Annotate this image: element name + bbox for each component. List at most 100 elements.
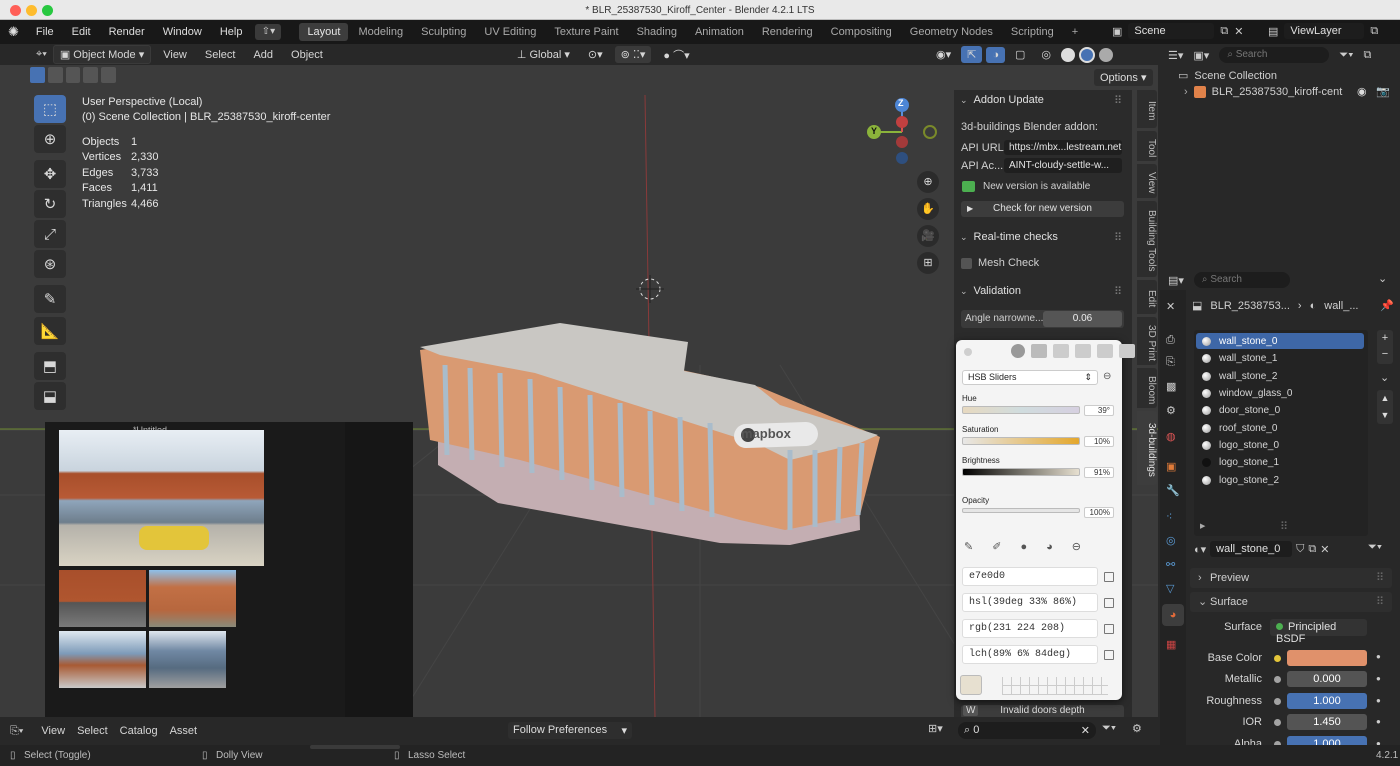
add-cube-tool-icon[interactable]: ⬒	[34, 352, 66, 380]
select-extend-icon[interactable]	[47, 67, 63, 83]
pan-hand-icon[interactable]: ✋	[917, 198, 939, 220]
list-item[interactable]: roof_stone_0	[1196, 420, 1364, 436]
eye-visibility-icon[interactable]: ◉	[1357, 85, 1367, 98]
mesh-check-toggle[interactable]: Mesh Check	[961, 257, 1039, 269]
current-color-swatch[interactable]	[960, 675, 982, 695]
sliders-icon[interactable]	[1031, 344, 1047, 358]
new-scene-icon[interactable]: ⧉	[1220, 25, 1228, 38]
close-picker-icon[interactable]	[964, 348, 972, 356]
rgb-value-field[interactable]: rgb(231 224 208)	[962, 619, 1098, 638]
solid-shading-icon[interactable]	[1061, 47, 1076, 62]
tab-building-tools[interactable]: Building Tools	[1137, 201, 1157, 277]
proportional-edit-icon[interactable]: ● ⌒▾	[657, 45, 695, 65]
measure-tool-icon[interactable]: 📐	[34, 317, 66, 345]
reference-photo-thumb[interactable]	[59, 570, 146, 627]
eyedropper-icon[interactable]: ✎	[964, 540, 973, 553]
asset-search-field[interactable]: ⌕ 0 ✕	[958, 722, 1096, 739]
preview-section-header[interactable]: › Preview ⠿	[1190, 568, 1392, 588]
copy-icon[interactable]	[1104, 598, 1114, 608]
move-up-icon[interactable]: ▲	[1377, 390, 1393, 407]
list-item[interactable]: logo_stone_0	[1196, 437, 1364, 453]
reference-photo-thumb[interactable]	[59, 631, 146, 688]
resize-handle-icon[interactable]: ⠿	[1280, 520, 1288, 533]
editor-type-icon[interactable]: ☰▾	[1168, 49, 1183, 62]
material-slot-list[interactable]: wall_stone_0 wall_stone_1 wall_stone_2 w…	[1194, 330, 1368, 536]
list-item[interactable]: wall_stone_0	[1196, 333, 1364, 349]
tab-compositing[interactable]: Compositing	[823, 23, 900, 41]
particles-tab-icon[interactable]: ⁖	[1166, 510, 1172, 523]
clear-search-icon[interactable]: ✕	[1081, 724, 1090, 737]
menu-file[interactable]: File	[27, 26, 63, 38]
outliner-scene-collection[interactable]: ▭ Scene Collection	[1178, 69, 1277, 83]
socket-icon[interactable]	[1274, 719, 1281, 726]
list-item[interactable]: logo_stone_1	[1196, 454, 1364, 470]
tab-rendering[interactable]: Rendering	[754, 23, 821, 41]
asset-browser-editor-icon[interactable]: ⎘▾	[10, 725, 23, 738]
keyframe-dot-icon[interactable]: ●	[1376, 652, 1381, 661]
keyframe-dot-icon[interactable]: ●	[1376, 717, 1381, 726]
gear-icon[interactable]: ⚙	[1132, 722, 1142, 735]
asset-menu-view[interactable]: View	[35, 723, 71, 739]
material-browse-icon[interactable]: ◐▾	[1194, 543, 1206, 556]
hsl-value-field[interactable]: hsl(39deg 33% 86%)	[962, 593, 1098, 612]
editor-type-icon[interactable]: ▤▾	[1168, 274, 1184, 287]
asset-menu-asset[interactable]: Asset	[164, 723, 204, 739]
reference-photo-thumb[interactable]	[149, 631, 226, 688]
node-filter-icon[interactable]: ⏷▾	[1368, 541, 1382, 554]
view-layer-tab-icon[interactable]: ▩	[1166, 380, 1176, 393]
select-new-icon[interactable]	[30, 67, 45, 83]
transform-orientation[interactable]: ⊥ Global ▾	[511, 46, 576, 63]
list-item[interactable]: door_stone_0	[1196, 402, 1364, 418]
socket-icon[interactable]	[1274, 698, 1281, 705]
chevron-down-icon[interactable]: ⌄	[1378, 272, 1387, 285]
render-tab-icon[interactable]: ⎙	[1166, 334, 1175, 347]
building-tool-icon[interactable]: ⬓	[34, 382, 66, 410]
scene-icon[interactable]: ▣	[1112, 25, 1122, 38]
add-slot-button[interactable]: +	[1377, 330, 1393, 346]
unlink-material-icon[interactable]: ✕	[1320, 543, 1329, 556]
tab-texture-paint[interactable]: Texture Paint	[546, 23, 626, 41]
visibility-icon[interactable]: ◉▾	[930, 46, 957, 63]
keyframe-dot-icon[interactable]: ●	[1376, 696, 1381, 705]
close-window-button[interactable]	[10, 5, 21, 16]
tab-tool[interactable]: Tool	[1137, 131, 1157, 161]
bucket-icon[interactable]: ◕	[1046, 541, 1053, 553]
asset-menu-select[interactable]: Select	[71, 723, 114, 739]
palette-icon[interactable]	[1053, 344, 1069, 358]
data-tab-icon[interactable]: ▽	[1166, 582, 1174, 595]
overlay-toggle-icon[interactable]: ◑	[986, 46, 1005, 63]
outliner-search-field[interactable]: ⌕ Search	[1219, 47, 1330, 63]
lch-value-field[interactable]: lch(89% 6% 84deg)	[962, 645, 1098, 664]
opacity-value[interactable]: 100%	[1084, 507, 1114, 518]
drag-handle-icon[interactable]: ⠿	[1376, 595, 1384, 608]
roughness-field[interactable]: 1.000	[1287, 693, 1367, 709]
options-button[interactable]: Options ▾	[1094, 69, 1153, 86]
ior-field[interactable]: 1.450	[1287, 714, 1367, 730]
world-tab-icon[interactable]: ◍	[1166, 430, 1176, 443]
import-method-select[interactable]: Follow Preferences ▾	[508, 722, 632, 739]
tab-3d-print[interactable]: 3D Print	[1137, 317, 1157, 365]
picker-mode-select[interactable]: HSB Sliders ⇕	[962, 370, 1098, 385]
image-viewer[interactable]: *Untitled	[45, 422, 413, 717]
rotate-tool-icon[interactable]: ↻	[34, 190, 66, 218]
material-name-field[interactable]: wall_stone_0	[1210, 541, 1293, 557]
texture-tab-icon[interactable]: ▦	[1166, 638, 1176, 651]
copy-icon[interactable]	[1104, 650, 1114, 660]
delete-scene-icon[interactable]: ✕	[1234, 25, 1243, 38]
addon-update-header[interactable]: ⌄ Addon Update	[960, 94, 1044, 106]
list-item[interactable]: window_glass_0	[1196, 385, 1364, 401]
tab-item[interactable]: Item	[1137, 90, 1157, 128]
menu-render[interactable]: Render	[100, 26, 154, 38]
new-view-layer-icon[interactable]: ⧉	[1370, 25, 1378, 38]
color-wheel-icon[interactable]	[1011, 344, 1025, 358]
hue-value[interactable]: 39°	[1084, 405, 1114, 416]
check-version-button[interactable]: ▶ Check for new version	[961, 201, 1124, 217]
view-layer-icon[interactable]: ▤	[1268, 25, 1278, 38]
xray-icon[interactable]: ▢	[1009, 46, 1031, 63]
menu-window[interactable]: Window	[154, 26, 211, 38]
crayons-icon[interactable]	[1097, 344, 1113, 358]
list-item[interactable]: wall_stone_1	[1196, 350, 1364, 366]
tab-scripting[interactable]: Scripting	[1003, 23, 1062, 41]
tab-modeling[interactable]: Modeling	[350, 23, 411, 41]
duplicate-material-icon[interactable]: ⧉	[1308, 543, 1316, 556]
